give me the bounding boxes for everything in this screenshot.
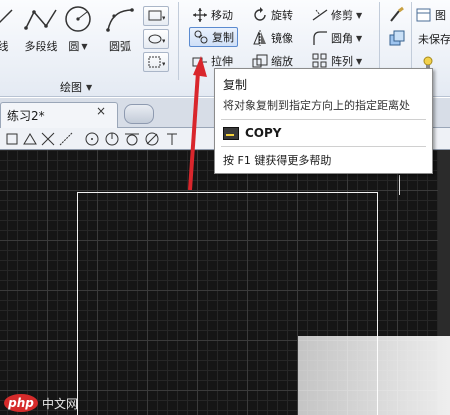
arc-tool[interactable]: 圆弧 — [100, 4, 140, 62]
trim-label: 修剪 — [331, 9, 353, 22]
circle-icon — [65, 6, 91, 32]
fillet-icon — [312, 30, 328, 46]
layers-icon — [389, 30, 405, 46]
array-dropdown-icon[interactable]: ▼ — [356, 57, 362, 66]
region-button[interactable]: ▾ — [143, 52, 169, 72]
watermark-text: 中文网 — [42, 396, 79, 411]
match-properties-button[interactable] — [384, 5, 410, 25]
snap-parallel-icon[interactable] — [164, 131, 180, 147]
copy-tooltip: 复制 将对象复制到指定方向上的指定距离处 COPY 按 F1 键获得更多帮助 — [214, 68, 433, 174]
svg-text:▾: ▾ — [162, 14, 165, 22]
line-icon — [0, 9, 13, 24]
move-tool[interactable]: 移动 — [192, 5, 233, 25]
unsaved-state-label: 未保存 — [418, 33, 450, 46]
tooltip-command: COPY — [245, 126, 282, 140]
rotate-tool[interactable]: 旋转 — [252, 5, 293, 25]
arc-tool-label: 圆弧 — [109, 40, 131, 53]
line-tool[interactable]: 线 — [0, 4, 16, 62]
crosshair-cursor — [399, 175, 400, 195]
polyline-tool-label: 多段线 — [24, 40, 58, 53]
panel-expand-icon: ▼ — [86, 82, 93, 92]
svg-text:▾: ▾ — [162, 37, 165, 45]
ellipse-icon: ▾ — [148, 34, 165, 45]
snap-center-icon[interactable] — [84, 131, 100, 147]
tooltip-divider — [221, 119, 426, 120]
unsaved-state[interactable]: 未保存 — [418, 29, 450, 49]
snap-perpendicular-icon[interactable] — [144, 131, 160, 147]
fillet-dropdown-icon[interactable]: ▼ — [356, 34, 362, 43]
fillet-label: 圆角 — [331, 32, 353, 45]
hatch-button[interactable]: ▾ — [143, 29, 169, 49]
snap-midpoint-icon[interactable] — [22, 131, 38, 147]
scale-label: 缩放 — [271, 55, 293, 68]
rectangle-button[interactable]: ▾ — [143, 6, 169, 26]
draw-panel-title-text: 绘图 — [60, 81, 82, 94]
region-icon: ▾ — [148, 56, 165, 68]
brush-icon — [390, 6, 404, 22]
layer-properties-tool[interactable]: 图 — [416, 5, 446, 25]
fillet-tool[interactable]: 圆角 ▼ — [312, 28, 362, 48]
layer-properties-label: 图 — [435, 9, 446, 22]
move-label: 移动 — [211, 9, 233, 22]
arc-icon — [106, 8, 134, 32]
trim-icon — [312, 7, 328, 23]
watermark-overlay — [298, 336, 450, 415]
svg-text:▾: ▾ — [162, 60, 165, 68]
draw-panel-title[interactable]: 绘图 ▼ — [60, 80, 92, 94]
circle-tool[interactable]: 圆 ▼ — [62, 4, 94, 62]
array-label: 阵列 — [331, 55, 353, 68]
rotate-icon — [252, 7, 268, 23]
mirror-tool[interactable]: 镜像 — [252, 28, 293, 48]
mirror-label: 镜像 — [271, 32, 293, 45]
site-watermark-logo: php 中文网 — [4, 394, 78, 412]
circle-dropdown-icon[interactable]: ▼ — [81, 42, 87, 51]
new-tab-button[interactable] — [124, 104, 154, 124]
snap-tangent-icon[interactable] — [124, 131, 140, 147]
tooltip-help: 按 F1 键获得更多帮助 — [223, 154, 332, 167]
php-logo: php — [4, 394, 38, 412]
trim-dropdown-icon[interactable]: ▼ — [356, 11, 362, 20]
mirror-icon — [252, 30, 268, 46]
snap-extension-icon[interactable] — [58, 131, 74, 147]
circle-tool-label: 圆 — [68, 40, 80, 53]
tooltip-divider-2 — [221, 146, 426, 147]
trim-tool[interactable]: 修剪 ▼ — [312, 5, 362, 25]
command-line-icon — [223, 127, 239, 140]
layer-button[interactable] — [384, 28, 410, 48]
scale-icon — [252, 53, 268, 69]
snap-quadrant-icon[interactable] — [104, 131, 120, 147]
layer-properties-icon — [416, 7, 432, 23]
move-icon — [192, 7, 208, 23]
polyline-tool[interactable]: 多段线 — [20, 4, 62, 62]
array-icon — [312, 53, 328, 69]
snap-endpoint-icon[interactable] — [4, 131, 20, 147]
tooltip-title: 复制 — [223, 78, 248, 92]
document-tab-title: 练习2* — [7, 109, 45, 123]
snap-intersection-icon[interactable] — [40, 131, 56, 147]
rectangle-icon: ▾ — [148, 10, 165, 22]
close-icon[interactable]: × — [96, 104, 106, 118]
tooltip-description: 将对象复制到指定方向上的指定距离处 — [223, 99, 410, 112]
rotate-label: 旋转 — [271, 9, 293, 22]
polyline-icon — [24, 9, 57, 30]
line-tool-label: 线 — [0, 40, 9, 53]
